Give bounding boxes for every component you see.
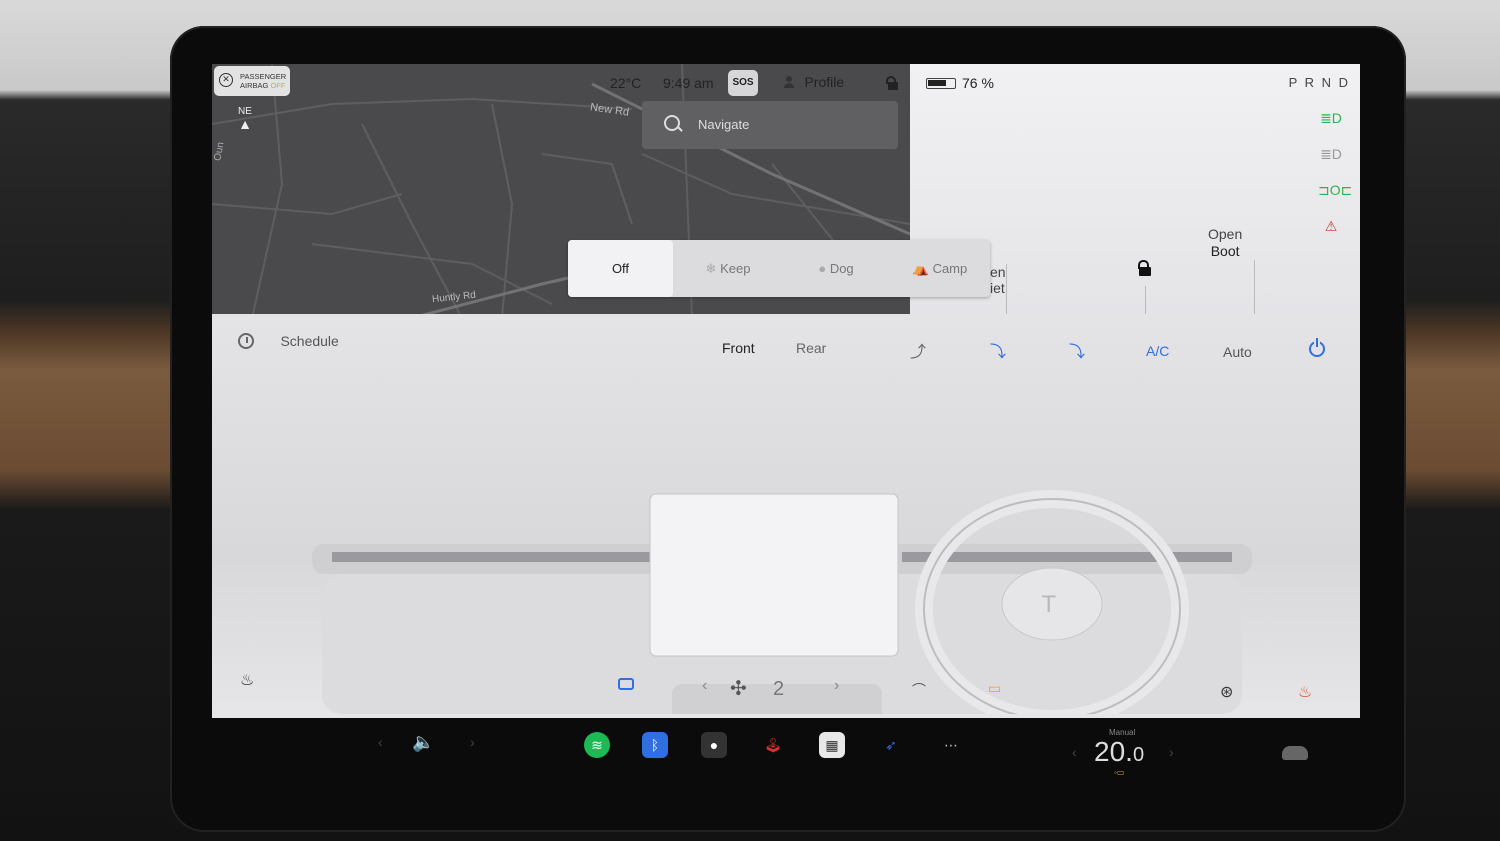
svg-text:T: T (1041, 593, 1056, 618)
camera-app-icon[interactable]: ● (701, 732, 727, 758)
fan-speed-value: 2 (773, 678, 785, 700)
profile-button[interactable]: Profile (784, 74, 844, 92)
passenger-airbag-indicator: ✕ PASSENGER AIRBAG OFF (214, 66, 290, 96)
clock: 9:49 am (663, 75, 714, 91)
fan-increase-button[interactable]: › (834, 677, 839, 695)
clock-icon (238, 332, 254, 349)
car-icon[interactable] (1282, 746, 1308, 760)
spotify-app-icon[interactable]: ≋ (584, 732, 610, 758)
mode-dog-label: Dog (829, 261, 854, 276)
touchscreen: ✕ PASSENGER AIRBAG OFF NE ▲ New Rd Huntl… (212, 64, 1360, 718)
auto-toggle[interactable]: Auto (1223, 344, 1252, 360)
frunk-line (1006, 264, 1007, 318)
cabin-temperature[interactable]: 20.0 (1094, 736, 1144, 768)
boot-line (1254, 260, 1255, 318)
fan-decrease-button[interactable]: ‹ (702, 677, 707, 695)
mode-keep-label: Keep (720, 261, 751, 276)
mode-keep-button[interactable]: ❄ Keep (678, 240, 778, 297)
recirculate-icon[interactable] (618, 678, 634, 690)
parking-lights-icon: ⊐O⊏ (1318, 182, 1353, 198)
temp-decrease-button[interactable]: ‹ (1072, 744, 1077, 760)
rear-defrost-icon[interactable]: ▭ (988, 680, 1001, 697)
mode-camp-label: Camp (932, 261, 968, 276)
airbag-line2: AIRBAG (240, 81, 269, 90)
boot-label-line1: Open (1208, 226, 1243, 242)
airbag-off-icon: ✕ (219, 73, 233, 87)
airflow-feet-icon[interactable]: ⤵ (990, 338, 1006, 362)
passenger-seat-heater-button[interactable]: ♨ (1298, 682, 1312, 702)
temperature-readout: 22°C (610, 75, 642, 91)
navigation-arrow-icon: ▲ (238, 116, 252, 132)
airflow-face-icon[interactable]: ⤴ (910, 338, 926, 362)
boot-label-line2: Boot (1210, 243, 1240, 259)
mode-camp-button[interactable]: ⛺ Camp (890, 240, 990, 297)
volume-down-button[interactable]: ‹ (378, 734, 383, 750)
unlock-icon[interactable] (1136, 260, 1151, 276)
battery-percent: 76 % (962, 75, 994, 91)
dog-paw-icon: ● (818, 261, 827, 276)
schedule-button[interactable]: Schedule (238, 332, 339, 350)
gear-selector[interactable]: P R N D (1289, 75, 1350, 90)
front-defrost-icon[interactable]: ⌒ (912, 680, 926, 700)
bottom-dock: ‹ 🔈 › ≋ ᛒ ● 🕹 ▦ ➶ ⋯ Manual ‹ 20.0 ◦▭ › (212, 718, 1360, 798)
more-apps-icon[interactable]: ⋯ (938, 732, 964, 758)
bluetooth-app-icon[interactable]: ᛒ (642, 732, 668, 758)
climate-keep-mode-selector: Off ❄ Keep ● Dog ⛺ Camp (568, 240, 990, 297)
driver-seat-heater-button[interactable]: ♨ (240, 670, 254, 690)
battery-icon (926, 78, 956, 89)
status-unlock-icon[interactable] (885, 76, 899, 90)
climate-power-icon[interactable] (1309, 338, 1325, 357)
front-defrost-toggle[interactable]: Front (722, 340, 755, 356)
mode-off-button[interactable]: Off (568, 240, 673, 297)
profile-icon (784, 76, 794, 88)
volume-up-button[interactable]: › (470, 734, 475, 750)
toybox-joystick-icon[interactable]: 🕹 (760, 732, 786, 758)
seatbelt-warning-icon: ⚠ (1324, 218, 1338, 234)
sos-button[interactable]: SOS (728, 70, 758, 96)
open-boot-button[interactable]: Open Boot (1208, 226, 1242, 260)
frunk-label-line2[interactable]: iet (990, 280, 1005, 296)
airbag-line1: PASSENGER (240, 72, 287, 81)
seat-climate-indicator-icon: ◦▭ (1114, 768, 1125, 777)
volume-icon[interactable]: 🔈 (412, 732, 434, 753)
camp-tent-icon: ⛺ (912, 261, 929, 276)
temp-increase-button[interactable]: › (1169, 744, 1174, 760)
frunk-label-line1[interactable]: en (990, 264, 1006, 280)
climate-panel: Schedule Front Rear ⤴ ⤵ ⤵ A/C Auto T (212, 314, 1360, 718)
cabin-temp-decimal: 0 (1132, 744, 1145, 766)
airbag-state: OFF (270, 81, 286, 90)
fan-icon: ✣ (730, 678, 747, 700)
calendar-app-icon[interactable]: ▦ (819, 732, 845, 758)
schedule-label: Schedule (280, 332, 339, 349)
airflow-windscreen-icon[interactable]: ⤵ (1069, 338, 1085, 362)
headlights-on-icon: ≣D (1320, 110, 1342, 126)
cabin-temp-main: 20. (1094, 736, 1133, 767)
seat-heater-icon: ♨ (240, 672, 255, 689)
search-placeholder: Navigate (698, 117, 750, 132)
compass-button[interactable]: NE ▲ (224, 104, 266, 146)
ac-toggle[interactable]: A/C (1146, 343, 1169, 359)
navigate-search-bar[interactable]: Navigate (642, 101, 898, 149)
rear-defrost-toggle[interactable]: Rear (796, 340, 826, 356)
navigation-app-icon[interactable]: ➶ (878, 732, 904, 758)
sos-label: SOS (732, 77, 754, 88)
battery-fill (928, 80, 946, 86)
auto-headlights-icon: ≣D (1320, 146, 1342, 162)
profile-label: Profile (804, 74, 845, 90)
keep-icon: ❄ (705, 261, 717, 276)
cabin-interior-render[interactable]: T (302, 434, 1262, 714)
steering-wheel-heater-icon[interactable]: ⊛ (1220, 682, 1233, 702)
mode-dog-button[interactable]: ● Dog (786, 240, 886, 297)
search-icon (664, 115, 680, 131)
